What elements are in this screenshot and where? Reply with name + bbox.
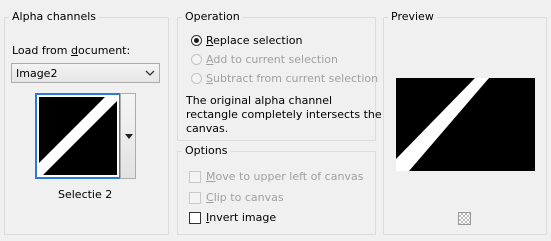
chevron-down-icon [145, 70, 155, 76]
preview-image [396, 78, 535, 171]
options-title: Options [182, 144, 231, 158]
channel-thumbnail-image [39, 97, 117, 175]
subtract-from-selection-radio[interactable] [191, 73, 202, 84]
replace-selection-label[interactable]: Replace selection [206, 34, 302, 48]
subtract-from-selection-label[interactable]: Subtract from current selection [206, 72, 378, 86]
move-to-upper-left-checkbox[interactable] [189, 171, 201, 183]
operation-info-text: The original alpha channel rectangle com… [186, 94, 382, 135]
caret-down-icon [125, 134, 133, 139]
invert-image-label[interactable]: Invert image [206, 211, 276, 225]
clip-to-canvas-label[interactable]: Clip to canvas [206, 191, 284, 205]
invert-image-checkbox[interactable] [189, 212, 201, 224]
clip-to-canvas-checkbox[interactable] [189, 192, 201, 204]
alpha-channels-title: Alpha channels [9, 10, 100, 24]
add-to-selection-radio[interactable] [191, 54, 202, 65]
preview-diagonal [396, 78, 489, 171]
document-select-value: Image2 [16, 67, 58, 80]
channel-dropdown-button[interactable] [120, 93, 136, 179]
checkerboard-icon[interactable] [458, 212, 471, 225]
preview-title: Preview [388, 10, 437, 24]
operation-title: Operation [182, 10, 243, 24]
replace-selection-radio[interactable] [191, 35, 202, 46]
channel-name-label: Selectie 2 [58, 188, 113, 201]
document-select[interactable]: Image2 [11, 63, 160, 83]
add-to-selection-label[interactable]: Add to current selection [206, 53, 338, 67]
load-from-document-label: Load from document: [12, 44, 131, 57]
move-to-upper-left-label[interactable]: Move to upper left of canvas [206, 170, 363, 184]
channel-thumbnail[interactable] [35, 93, 121, 179]
